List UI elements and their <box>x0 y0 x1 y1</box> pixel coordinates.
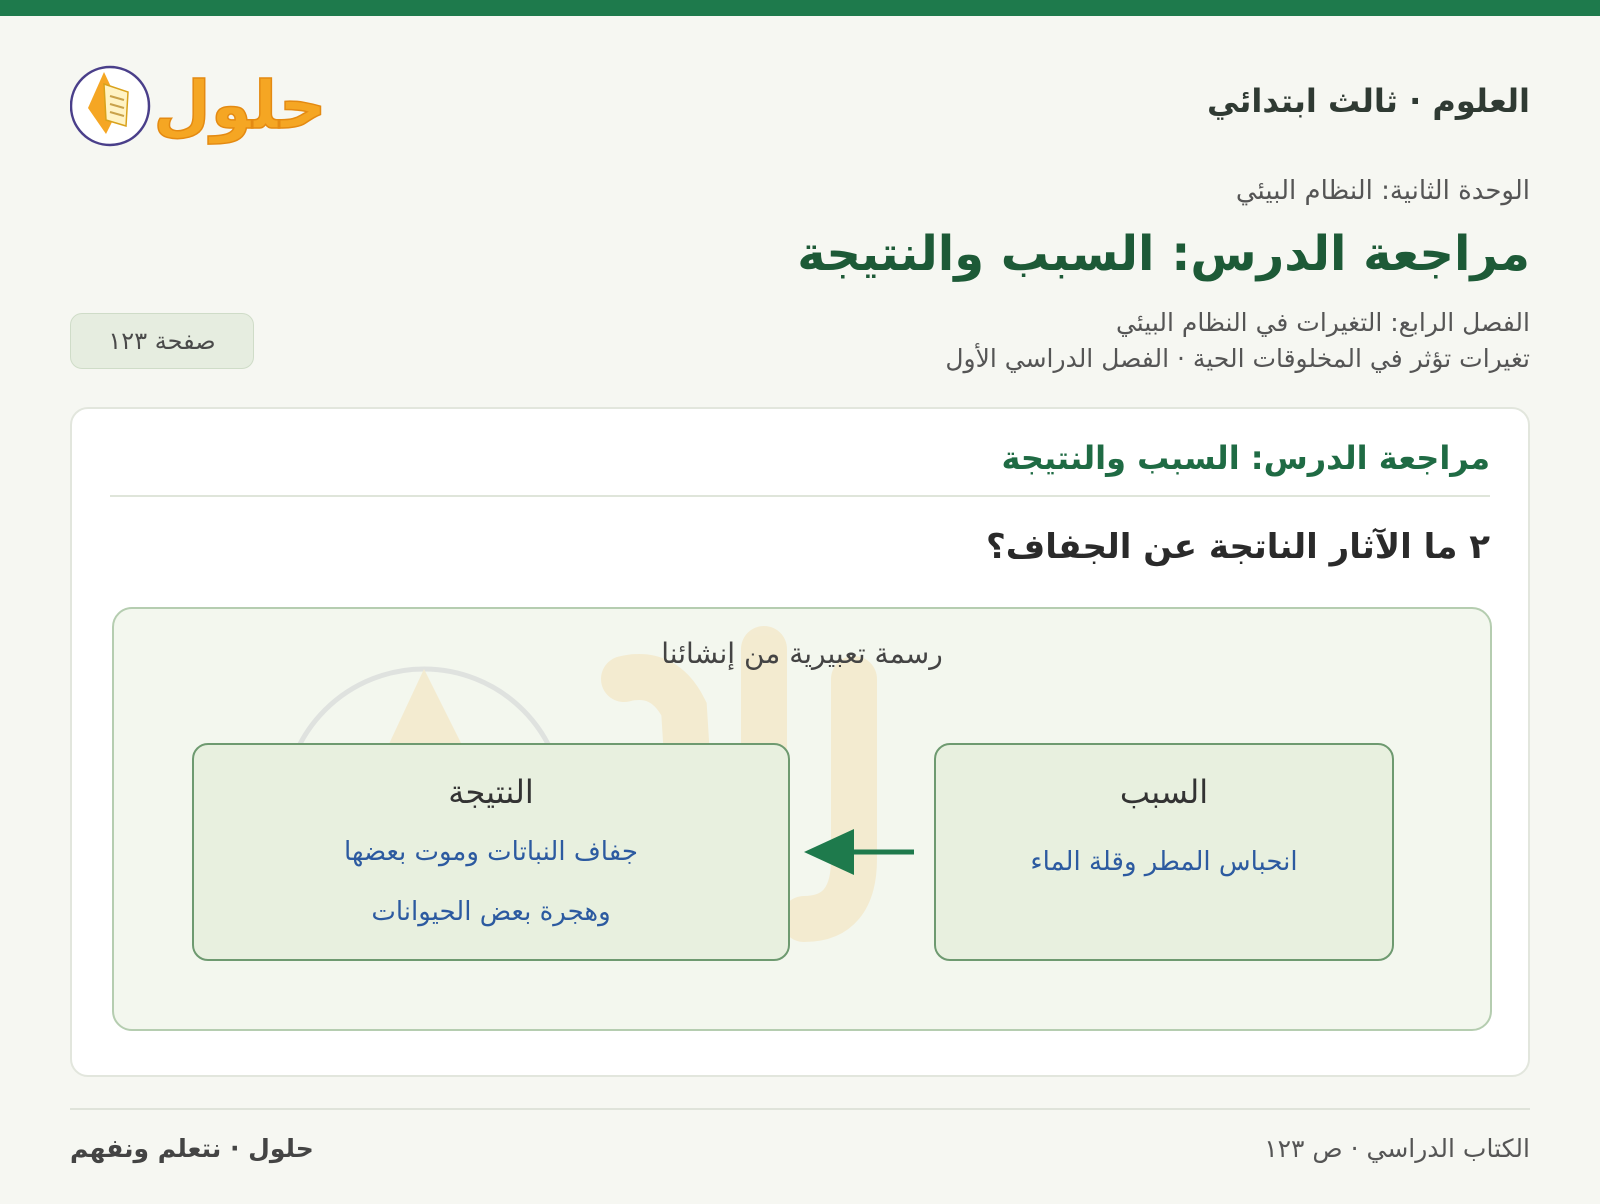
question-text: ٢ ما الآثار الناتجة عن الجفاف؟ <box>985 527 1490 567</box>
footer-divider <box>70 1108 1530 1110</box>
top-accent-bar <box>0 0 1600 16</box>
effect-heading: النتيجة <box>448 773 534 811</box>
chapter-label: الفصل الرابع: التغيرات في النظام البيئي <box>1115 308 1530 337</box>
card-title: مراجعة الدرس: السبب والنتيجة <box>1001 439 1491 477</box>
subject-title: العلوم · ثالث ابتدائي <box>1206 82 1530 120</box>
cause-effect-figure: رسمة تعبيرية من إنشائنا السبب انحباس الم… <box>112 607 1492 1031</box>
effect-box: النتيجة جفاف النباتات وموت بعضها وهجرة ب… <box>192 743 790 961</box>
unit-label: الوحدة الثانية: النظام البيئي <box>1235 176 1530 206</box>
review-card: مراجعة الدرس: السبب والنتيجة ٢ ما الآثار… <box>70 407 1530 1077</box>
page-number-badge: صفحة ١٢٣ <box>70 313 254 369</box>
cause-text: انحباس المطر وقلة الماء <box>1030 847 1298 877</box>
topic-label: تغيرات تؤثر في المخلوقات الحية · الفصل ا… <box>945 344 1530 373</box>
effect-text-line-2: وهجرة بعض الحيوانات <box>371 897 611 927</box>
cause-heading: السبب <box>1119 773 1209 811</box>
page-title: مراجعة الدرس: السبب والنتيجة <box>797 226 1530 282</box>
footer-book-reference: الكتاب الدراسي · ص ١٢٣ <box>1264 1134 1530 1163</box>
hulul-logo[interactable]: حلول <box>70 48 340 158</box>
arrow-left-icon <box>804 829 914 875</box>
card-divider <box>110 495 1490 497</box>
logo-wordmark: حلول <box>153 67 326 145</box>
page-header: العلوم · ثالث ابتدائي حلول <box>70 48 1530 158</box>
cause-box: السبب انحباس المطر وقلة الماء <box>934 743 1394 961</box>
effect-text-line-1: جفاف النباتات وموت بعضها <box>344 837 638 867</box>
figure-caption: رسمة تعبيرية من إنشائنا <box>661 637 943 670</box>
footer-brand-tagline[interactable]: حلول · نتعلم ونفهم <box>70 1134 314 1163</box>
